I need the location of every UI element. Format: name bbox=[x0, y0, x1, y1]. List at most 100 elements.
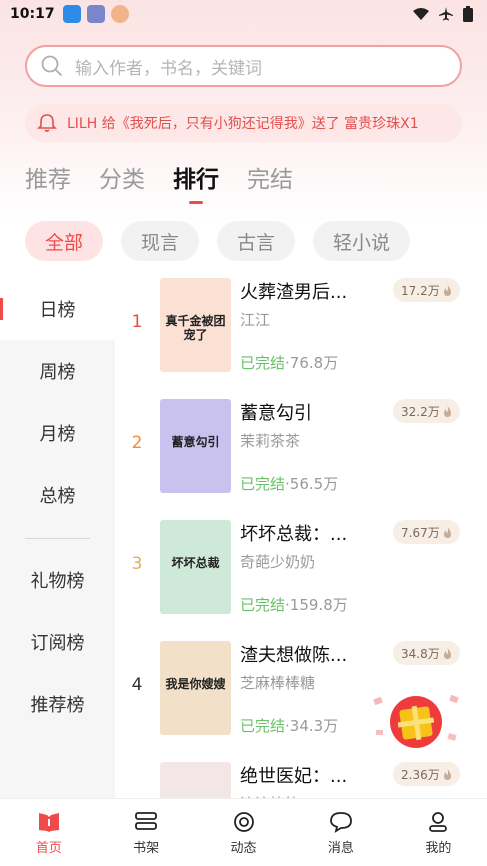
sidebar-item-daily[interactable]: 日榜 bbox=[0, 278, 115, 340]
fire-icon bbox=[443, 526, 451, 538]
nav-feed-label: 动态 bbox=[230, 841, 257, 856]
fire-icon bbox=[443, 405, 451, 417]
book-author: 芝麻棒棒糖 bbox=[240, 674, 316, 692]
book-cover[interactable]: 坏坏总裁 bbox=[160, 520, 231, 614]
status-bar: 10:17 bbox=[0, 0, 487, 28]
book-cover-title: 我是你嫂嫂 bbox=[165, 677, 226, 691]
fire-icon bbox=[443, 647, 451, 659]
sidebar-item-subscription[interactable]: 订阅榜 bbox=[0, 611, 115, 673]
rank-number: 1 bbox=[131, 312, 143, 332]
popularity-badge: 7.67万 bbox=[393, 520, 460, 544]
popularity-badge: 17.2万 bbox=[393, 278, 460, 302]
tab-category[interactable]: 分类 bbox=[99, 160, 145, 194]
book-list-item[interactable]: 3 坏坏总裁 坏坏总裁：... 奇葩少奶奶已完结·159.8万 7.67万 bbox=[115, 514, 487, 614]
word-count: 56.5万 bbox=[289, 475, 339, 493]
book-author: 茉莉茶茶 bbox=[240, 432, 301, 450]
book-title[interactable]: 渣夫想做陈... bbox=[240, 641, 347, 667]
rank-number: 3 bbox=[131, 554, 143, 574]
book-cover[interactable]: 我是你嫂嫂 bbox=[160, 641, 231, 735]
book-cover[interactable]: 真千金被团宠了 bbox=[160, 278, 231, 372]
floating-gift-button[interactable] bbox=[370, 690, 462, 760]
completion-status: 已完结 bbox=[240, 354, 286, 372]
bottom-navigation: 首页 书架 动态 消息 我的 bbox=[0, 798, 487, 866]
feed-icon bbox=[233, 812, 254, 832]
popularity-count: 17.2万 bbox=[401, 283, 440, 298]
popularity-count: 2.36万 bbox=[401, 767, 440, 782]
airplane-icon bbox=[439, 7, 453, 21]
book-list-item[interactable]: 2 蓄意勾引 蓄意勾引 茉莉茶茶 已完结·56.5万 32.2万 bbox=[115, 393, 487, 493]
completion-status: 已完结 bbox=[240, 596, 286, 614]
search-placeholder: 输入作者，书名，关键词 bbox=[75, 58, 262, 79]
book-title[interactable]: 绝世医妃：... bbox=[240, 762, 347, 788]
completion-status: 已完结 bbox=[240, 717, 286, 735]
search-icon bbox=[41, 55, 62, 76]
word-count: 159.8万 bbox=[289, 596, 348, 614]
chip-all[interactable]: 全部 bbox=[25, 221, 104, 261]
app-notification-icon bbox=[86, 5, 105, 23]
tab-completed[interactable]: 完结 bbox=[247, 160, 293, 194]
nav-bookshelf-label: 书架 bbox=[133, 841, 160, 856]
gift-notice-text: LILH 给《我死后，只有小狗还记得我》送了 富贵珍珠X1 bbox=[67, 116, 419, 132]
book-title[interactable]: 火葬渣男后... bbox=[240, 278, 347, 304]
popularity-badge: 32.2万 bbox=[393, 399, 460, 423]
sidebar-item-total[interactable]: 总榜 bbox=[0, 464, 115, 526]
tab-ranking[interactable]: 排行 bbox=[173, 160, 219, 194]
sidebar-item-monthly[interactable]: 月榜 bbox=[0, 402, 115, 464]
fire-icon bbox=[443, 768, 451, 780]
chip-modern-romance[interactable]: 现言 bbox=[121, 221, 200, 261]
book-title[interactable]: 蓄意勾引 bbox=[240, 399, 312, 425]
sidebar-divider bbox=[25, 538, 90, 539]
popularity-badge: 34.8万 bbox=[393, 641, 460, 665]
chip-ancient-romance[interactable]: 古言 bbox=[217, 221, 296, 261]
chip-light-novel[interactable]: 轻小说 bbox=[313, 221, 411, 261]
fire-icon bbox=[443, 284, 451, 296]
download-icon bbox=[62, 5, 81, 23]
book-author: 江江 bbox=[240, 311, 271, 329]
nav-messages-label: 消息 bbox=[327, 841, 354, 856]
genre-filter-chips: 全部 现言 古言 轻小说 bbox=[25, 221, 411, 261]
sidebar-item-gift[interactable]: 礼物榜 bbox=[0, 549, 115, 611]
tab-recommend[interactable]: 推荐 bbox=[25, 160, 71, 194]
avatar-notification-icon bbox=[110, 5, 129, 23]
nav-feed[interactable]: 动态 bbox=[195, 799, 292, 866]
nav-bookshelf[interactable]: 书架 bbox=[97, 799, 194, 866]
word-count: 76.8万 bbox=[289, 354, 339, 372]
message-icon bbox=[330, 812, 352, 833]
completion-status: 已完结 bbox=[240, 475, 286, 493]
book-cover-title: 坏坏总裁 bbox=[171, 556, 220, 570]
book-meta: 已完结·159.8万 bbox=[240, 594, 348, 615]
nav-home[interactable]: 首页 bbox=[0, 799, 97, 866]
popularity-count: 34.8万 bbox=[401, 646, 440, 661]
profile-icon bbox=[429, 812, 448, 832]
popularity-badge: 2.36万 bbox=[393, 762, 460, 786]
gift-box-icon bbox=[373, 694, 459, 748]
search-input[interactable]: 输入作者，书名，关键词 bbox=[25, 45, 462, 87]
rank-number: 2 bbox=[131, 433, 143, 453]
popularity-count: 7.67万 bbox=[401, 525, 440, 540]
sidebar-item-weekly[interactable]: 周榜 bbox=[0, 340, 115, 402]
book-list-item[interactable]: 1 真千金被团宠了 火葬渣男后... 江江已完结·76.8万 17.2万 bbox=[115, 272, 487, 372]
nav-profile[interactable]: 我的 bbox=[390, 799, 487, 866]
sidebar-item-recommended[interactable]: 推荐榜 bbox=[0, 673, 115, 735]
bookshelf-icon bbox=[135, 812, 158, 830]
gift-notice-banner[interactable]: LILH 给《我死后，只有小狗还记得我》送了 富贵珍珠X1 bbox=[25, 104, 462, 142]
book-meta: 已完结·76.8万 bbox=[240, 352, 338, 373]
battery-icon bbox=[463, 6, 473, 22]
rank-number: 4 bbox=[131, 675, 143, 695]
ranking-sidebar: 日榜 周榜 月榜 总榜 礼物榜 订阅榜 推荐榜 bbox=[0, 278, 115, 798]
book-meta: 已完结·56.5万 bbox=[240, 473, 338, 494]
book-cover-title: 真千金被团宠了 bbox=[165, 314, 226, 342]
category-tabs: 推荐 分类 排行 完结 bbox=[25, 160, 293, 194]
book-cover-title: 蓄意勾引 bbox=[171, 435, 220, 449]
book-title[interactable]: 坏坏总裁：... bbox=[240, 520, 347, 546]
book-author: 奇葩少奶奶 bbox=[240, 553, 316, 571]
popularity-count: 32.2万 bbox=[401, 404, 440, 419]
home-icon bbox=[38, 813, 59, 832]
wifi-icon bbox=[413, 8, 429, 20]
word-count: 34.3万 bbox=[289, 717, 339, 735]
nav-messages[interactable]: 消息 bbox=[292, 799, 389, 866]
bell-icon bbox=[37, 114, 57, 132]
book-cover[interactable]: 蓄意勾引 bbox=[160, 399, 231, 493]
nav-home-label: 首页 bbox=[35, 841, 62, 856]
book-meta: 已完结·34.3万 bbox=[240, 715, 338, 736]
